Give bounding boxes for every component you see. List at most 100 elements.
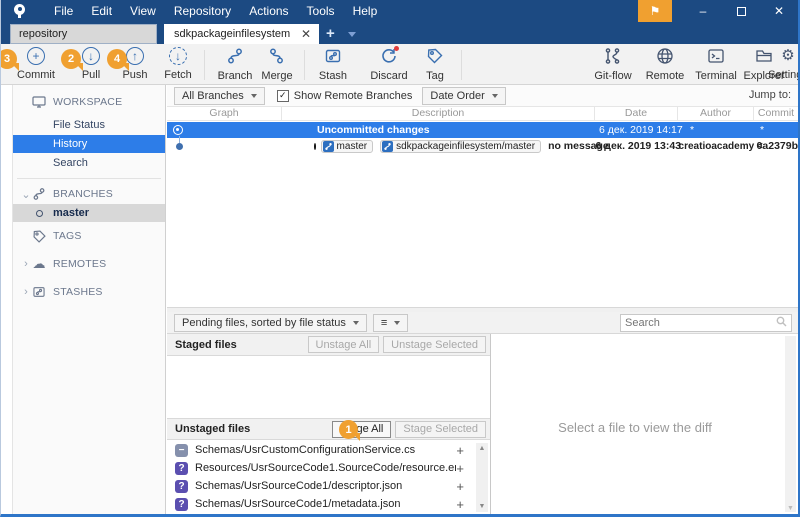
staged-files-list[interactable] bbox=[167, 356, 490, 418]
sidebar-item-master[interactable]: master bbox=[13, 204, 165, 222]
maximize-button[interactable] bbox=[722, 0, 760, 22]
chevron-right-icon[interactable]: › bbox=[21, 258, 31, 270]
jump-to-label: Jump to: bbox=[749, 89, 791, 101]
main-area: All Branches ✓ Show Remote Branches Date… bbox=[167, 85, 798, 514]
menu-repository[interactable]: Repository bbox=[165, 0, 240, 22]
push-count-badge: 4 bbox=[107, 49, 127, 69]
sidebar-item-search[interactable]: Search bbox=[13, 154, 165, 172]
file-search-input[interactable] bbox=[621, 317, 776, 329]
branch-badge-master[interactable]: master bbox=[321, 140, 374, 153]
scroll-down-icon[interactable]: ▼ bbox=[787, 505, 794, 512]
chevron-down-icon bbox=[353, 321, 359, 325]
column-description[interactable]: Description bbox=[282, 107, 595, 120]
settings-button[interactable]: ⚙ Settings bbox=[766, 47, 800, 83]
column-author[interactable]: Author bbox=[678, 107, 754, 120]
flag-button[interactable]: ⚑ bbox=[638, 0, 672, 22]
tab-sdkpackageinfilesystem[interactable]: sdkpackageinfilesystem ✕ bbox=[164, 24, 319, 44]
menu-actions[interactable]: Actions bbox=[240, 0, 297, 22]
fetch-button[interactable]: ↓ Fetch bbox=[156, 47, 200, 83]
maximize-icon bbox=[737, 7, 746, 16]
tab-active-label: sdkpackageinfilesystem bbox=[174, 28, 290, 40]
tab-close-icon[interactable]: ✕ bbox=[293, 27, 319, 41]
sourcetree-logo-icon bbox=[13, 4, 27, 18]
file-path: Schemas/UsrCustomConfigurationService.cs bbox=[195, 444, 456, 456]
column-date[interactable]: Date bbox=[595, 107, 678, 120]
branch-icon bbox=[382, 141, 393, 152]
menu-edit[interactable]: Edit bbox=[82, 0, 121, 22]
diff-placeholder-text: Select a file to view the diff bbox=[492, 420, 778, 435]
terminal-icon bbox=[707, 47, 725, 70]
chevron-right-icon[interactable]: › bbox=[21, 286, 31, 298]
discard-button[interactable]: Discard bbox=[363, 47, 415, 83]
git-flow-button[interactable]: Git-flow bbox=[587, 47, 639, 83]
all-branches-dropdown[interactable]: All Branches bbox=[174, 87, 265, 105]
sidebar-section-workspace[interactable]: WORKSPACE bbox=[13, 93, 165, 111]
stage-file-plus-button[interactable]: + bbox=[456, 479, 464, 494]
date-order-dropdown[interactable]: Date Order bbox=[422, 87, 505, 105]
stage-file-plus-button[interactable]: + bbox=[456, 461, 464, 476]
sidebar-item-history[interactable]: History bbox=[13, 135, 165, 153]
file-row[interactable]: Resources/UsrSourceCode1.SourceCode/reso… bbox=[167, 459, 490, 477]
stage-file-plus-button[interactable]: + bbox=[456, 443, 464, 458]
commit-row-uncommitted[interactable]: Uncommitted changes 6 дек. 2019 14:17 * … bbox=[167, 122, 798, 138]
sidebar-section-stashes[interactable]: › STASHES bbox=[13, 283, 165, 301]
file-status-untracked-icon bbox=[175, 480, 188, 493]
close-button[interactable]: ✕ bbox=[760, 0, 798, 22]
stash-button[interactable]: Stash bbox=[309, 47, 357, 83]
tab-dropdown-icon[interactable] bbox=[348, 32, 356, 37]
commit-row-master[interactable]: master sdkpackageinfilesystem/master no … bbox=[167, 138, 798, 154]
unstaged-files-header: Unstaged files Stage All Stage Selected … bbox=[167, 418, 490, 440]
body: WORKSPACE File Status History Search ⌄ B… bbox=[1, 85, 798, 514]
files-panel: Staged files Unstage All Unstage Selecte… bbox=[167, 334, 491, 514]
sidebar-divider bbox=[17, 178, 161, 179]
terminal-button[interactable]: Terminal bbox=[691, 47, 741, 83]
file-list-scrollbar[interactable]: ▲ ▼ bbox=[476, 443, 488, 512]
file-status-untracked-icon bbox=[175, 498, 188, 511]
menu-tools[interactable]: Tools bbox=[298, 0, 344, 22]
view-options-dropdown[interactable]: ≡ bbox=[373, 314, 408, 332]
staged-files-title: Staged files bbox=[175, 339, 237, 351]
column-commit[interactable]: Commit bbox=[754, 107, 798, 120]
scroll-down-icon[interactable]: ▼ bbox=[479, 503, 486, 510]
sidebar-section-remotes[interactable]: › ☁ REMOTES bbox=[13, 255, 165, 273]
sidebar-section-branches[interactable]: ⌄ BRANCHES bbox=[13, 185, 165, 203]
diff-scrollbar[interactable]: ▼ bbox=[785, 336, 796, 512]
branch-badge-remote-master[interactable]: sdkpackageinfilesystem/master bbox=[380, 140, 541, 153]
branch-icon bbox=[226, 47, 244, 70]
column-graph[interactable]: Graph bbox=[167, 107, 282, 120]
remote-globe-icon bbox=[656, 47, 674, 70]
commit-count-badge: 3 bbox=[0, 49, 17, 69]
chevron-down-icon[interactable]: ⌄ bbox=[21, 188, 31, 201]
workspace-monitor-icon bbox=[31, 96, 47, 108]
minimize-button[interactable]: – bbox=[684, 0, 722, 22]
sidebar-item-file-status[interactable]: File Status bbox=[13, 116, 165, 134]
remote-button[interactable]: Remote bbox=[641, 47, 689, 83]
flag-icon: ⚑ bbox=[650, 4, 661, 18]
file-row[interactable]: Schemas/UsrCustomConfigurationService.cs… bbox=[167, 441, 490, 459]
tab-repository[interactable]: repository bbox=[10, 24, 157, 44]
commit-author: creatioacademy < bbox=[675, 138, 751, 154]
tab-bar: repository sdkpackageinfilesystem ✕ + bbox=[1, 22, 798, 44]
merge-button[interactable]: Merge bbox=[253, 47, 301, 83]
tags-icon bbox=[31, 229, 47, 244]
current-branch-indicator-icon bbox=[314, 143, 316, 150]
pending-files-dropdown[interactable]: Pending files, sorted by file status bbox=[174, 314, 367, 332]
sidebar-section-tags[interactable]: TAGS bbox=[13, 227, 165, 245]
file-row[interactable]: Schemas/UsrSourceCode1/descriptor.json + bbox=[167, 477, 490, 495]
file-row[interactable]: Schemas/UsrSourceCode1/metadata.json + bbox=[167, 495, 490, 513]
commit-icon: + bbox=[27, 47, 45, 65]
stage-file-plus-button[interactable]: + bbox=[456, 497, 464, 512]
show-remote-checkbox[interactable]: ✓ bbox=[277, 90, 289, 102]
commit-author: * bbox=[678, 122, 754, 138]
unstaged-files-title: Unstaged files bbox=[175, 423, 250, 435]
tag-button[interactable]: Tag bbox=[417, 47, 453, 83]
commit-date: 6 дек. 2019 13:43 bbox=[592, 138, 675, 154]
history-filter-bar: All Branches ✓ Show Remote Branches Date… bbox=[167, 85, 798, 106]
menu-help[interactable]: Help bbox=[344, 0, 387, 22]
new-tab-button[interactable]: + bbox=[326, 25, 335, 42]
tag-icon bbox=[426, 47, 444, 70]
chevron-down-icon bbox=[251, 94, 257, 98]
menu-view[interactable]: View bbox=[121, 0, 165, 22]
menu-file[interactable]: File bbox=[45, 0, 82, 22]
scroll-up-icon[interactable]: ▲ bbox=[479, 445, 486, 452]
